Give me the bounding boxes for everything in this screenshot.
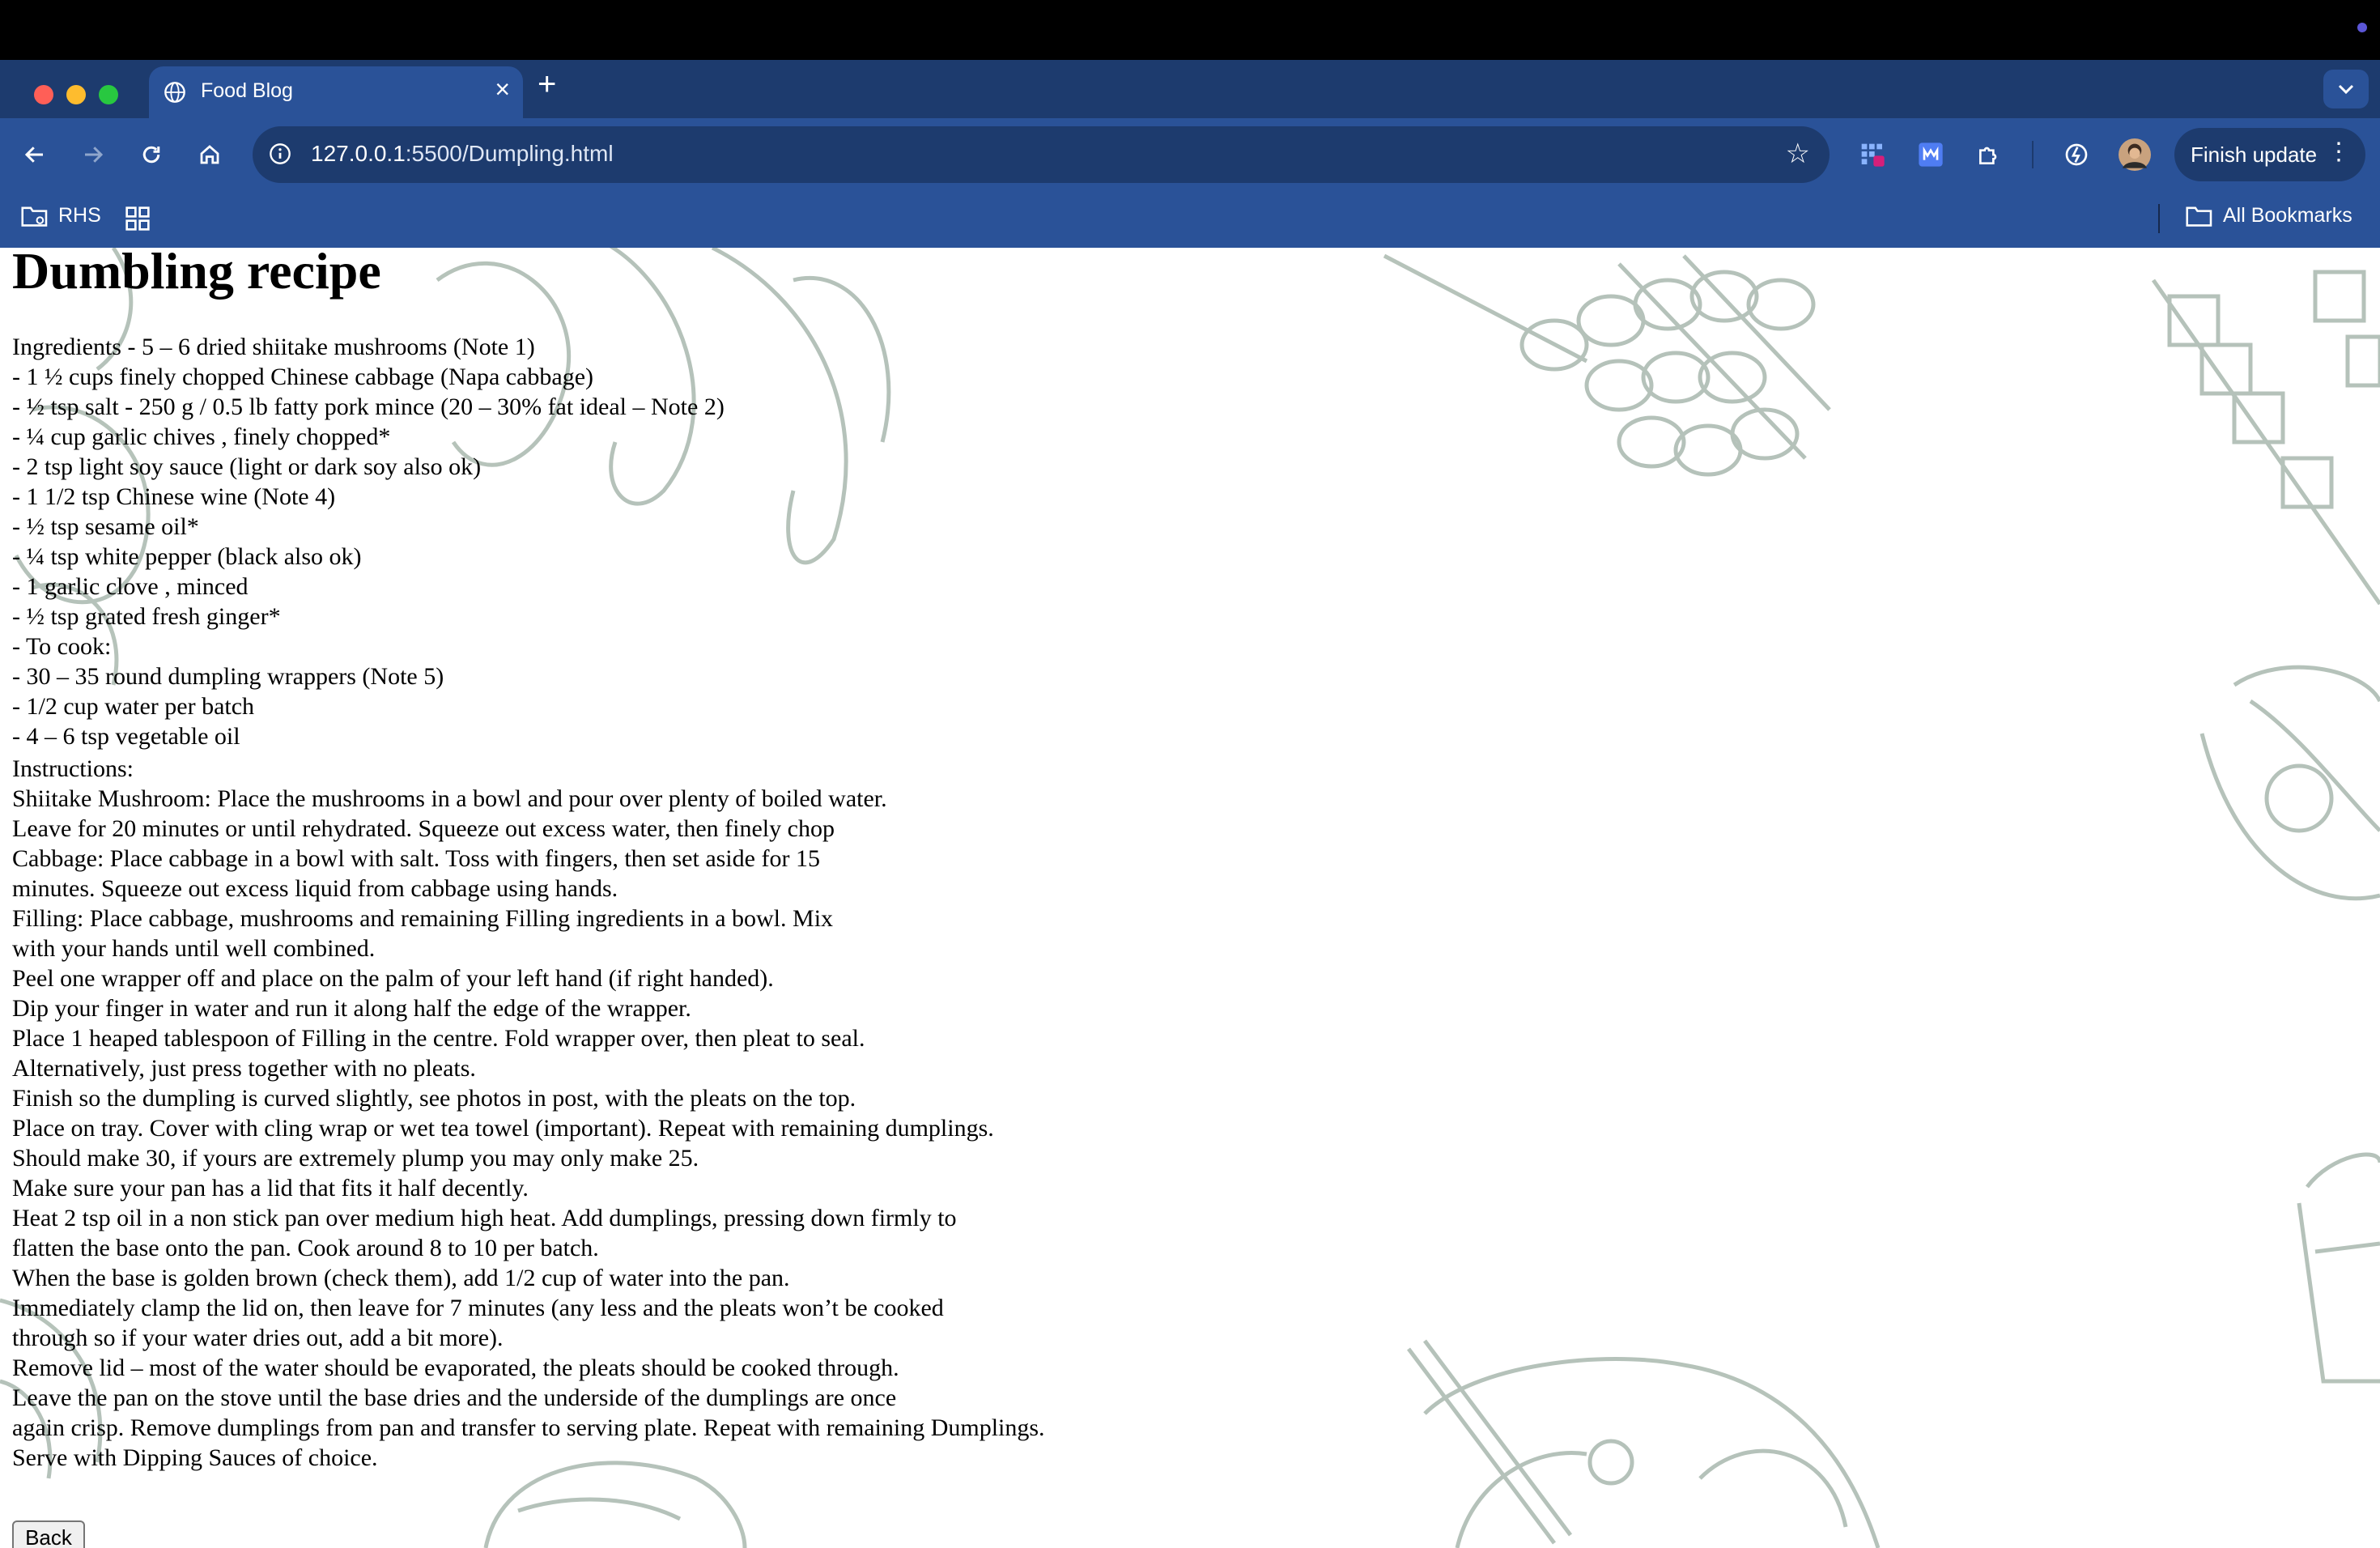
instruction-line: flatten the base onto the pan. Cook arou… [12,1235,599,1261]
instruction-line: Leave the pan on the stove until the bas… [12,1384,897,1411]
ingredient-line: - To cook: [12,633,112,660]
instruction-line: minutes. Squeeze out excess liquid from … [12,875,618,902]
instruction-line: Remove lid – most of the water should be… [12,1354,899,1381]
window-minimize-button[interactable] [66,85,86,104]
finish-update-label: Finish update [2191,142,2318,167]
browser-toolbar: 127.0.0.1:5500/Dumpling.html ☆ Finish up… [0,118,2380,191]
instruction-line: Finish so the dumpling is curved slightl… [12,1085,856,1112]
ingredient-line: - 30 – 35 round dumpling wrappers (Note … [12,663,444,690]
tab-strip: Food Blog × + [0,60,2380,118]
instruction-line: through so if your water dries out, add … [12,1325,504,1351]
kebab-icon[interactable]: ⋮ [2327,138,2351,166]
all-bookmarks[interactable]: All Bookmarks [2186,204,2352,228]
instruction-line: Place 1 heaped tablespoon of Filling in … [12,1025,865,1052]
avatar[interactable] [2118,138,2152,172]
extension-m-icon[interactable] [1914,138,1948,172]
bookmarks-bar: RHS All Bookmarks [0,191,2380,248]
bookmark-rhs[interactable]: RHS [21,204,101,228]
folder-icon [21,206,48,227]
all-bookmarks-label: All Bookmarks [2223,204,2352,227]
ingredient-line: - ½ tsp grated fresh ginger* [12,603,281,630]
star-icon[interactable]: ☆ [1786,138,1810,170]
instruction-line: again crisp. Remove dumplings from pan a… [12,1414,1045,1441]
system-menu-bar [0,0,2380,60]
instruction-line: Make sure your pan has a lid that fits i… [12,1175,529,1201]
instruction-line: Serve with Dipping Sauces of choice. [12,1444,378,1471]
folder-icon [2186,206,2212,227]
ingredient-line: - 1 garlic clove , minced [12,573,249,600]
instruction-line: Shiitake Mushroom: Place the mushrooms i… [12,785,887,812]
toolbar-divider [2032,141,2034,168]
instruction-line: Filling: Place cabbage, mushrooms and re… [12,905,834,932]
home-icon[interactable] [191,136,228,173]
ingredient-line: - 1 ½ cups finely chopped Chinese cabbag… [12,364,594,390]
instruction-line: Alternatively, just press together with … [12,1055,476,1082]
bookmarks-divider [2158,204,2160,233]
address-bar[interactable]: 127.0.0.1:5500/Dumpling.html ☆ [253,126,1830,183]
reload-icon[interactable] [133,136,170,173]
instruction-line: Heat 2 tsp oil in a non stick pan over m… [12,1205,957,1231]
url-text: 127.0.0.1:5500/Dumpling.html [311,141,614,167]
tab-food-blog[interactable]: Food Blog × [149,66,523,118]
ingredient-line: - ¼ cup garlic chives , finely chopped* [12,423,391,450]
instruction-line: When the base is golden brown (check the… [12,1265,790,1291]
ingredient-line: Ingredients - 5 – 6 dried shiitake mushr… [12,334,535,360]
window-zoom-button[interactable] [99,85,118,104]
url-path: :5500/Dumpling.html [405,141,614,166]
instruction-line: Immediately clamp the lid on, then leave… [12,1295,944,1321]
instruction-line: Should make 30, if yours are extremely p… [12,1145,699,1172]
ingredient-line: - 1/2 cup water per batch [12,693,255,720]
extension-grid-icon[interactable] [1855,138,1889,172]
globe-icon [164,82,185,103]
ingredient-line: - ¼ tsp white pepper (black also ok) [12,543,362,570]
ingredient-line: - 2 tsp light soy sauce (light or dark s… [12,453,482,480]
back-button[interactable]: Back [12,1520,85,1548]
instruction-line: Place on tray. Cover with cling wrap or … [12,1115,994,1142]
window-close-button[interactable] [34,85,53,104]
instruction-line: Dip your finger in water and run it alon… [12,995,691,1022]
forward-arrow-icon[interactable] [74,136,112,173]
ingredient-line: - ½ tsp salt - 250 g / 0.5 lb fatty pork… [12,393,725,420]
puzzle-icon[interactable] [1972,138,2006,172]
page-title: Dumbling recipe [12,248,381,300]
page-viewport: Dumbling recipe Ingredients - 5 – 6 drie… [0,248,2380,1548]
apps-grid-icon[interactable] [125,206,151,236]
instructions-heading: Instructions: [12,755,134,782]
url-host: 127.0.0.1 [311,141,406,166]
instruction-line: Cabbage: Place cabbage in a bowl with sa… [12,845,820,872]
chevron-down-icon[interactable] [2323,70,2369,108]
info-icon[interactable] [269,142,291,165]
tab-title: Food Blog [201,79,293,102]
speed-icon[interactable] [2059,138,2093,172]
back-arrow-icon[interactable] [16,136,53,173]
instruction-line: with your hands until well combined. [12,935,376,962]
close-icon[interactable]: × [495,76,510,102]
instruction-line: Peel one wrapper off and place on the pa… [12,965,774,992]
ingredient-line: - 1 1/2 tsp Chinese wine (Note 4) [12,483,336,510]
ingredient-line: - ½ tsp sesame oil* [12,513,199,540]
bookmark-rhs-label: RHS [58,204,101,227]
plus-icon[interactable]: + [538,68,556,100]
status-dot-icon [2357,23,2367,32]
finish-update-button[interactable]: Finish update ⋮ [2174,128,2365,181]
ingredient-line: - 4 – 6 tsp vegetable oil [12,723,240,750]
instruction-line: Leave for 20 minutes or until rehydrated… [12,815,835,842]
